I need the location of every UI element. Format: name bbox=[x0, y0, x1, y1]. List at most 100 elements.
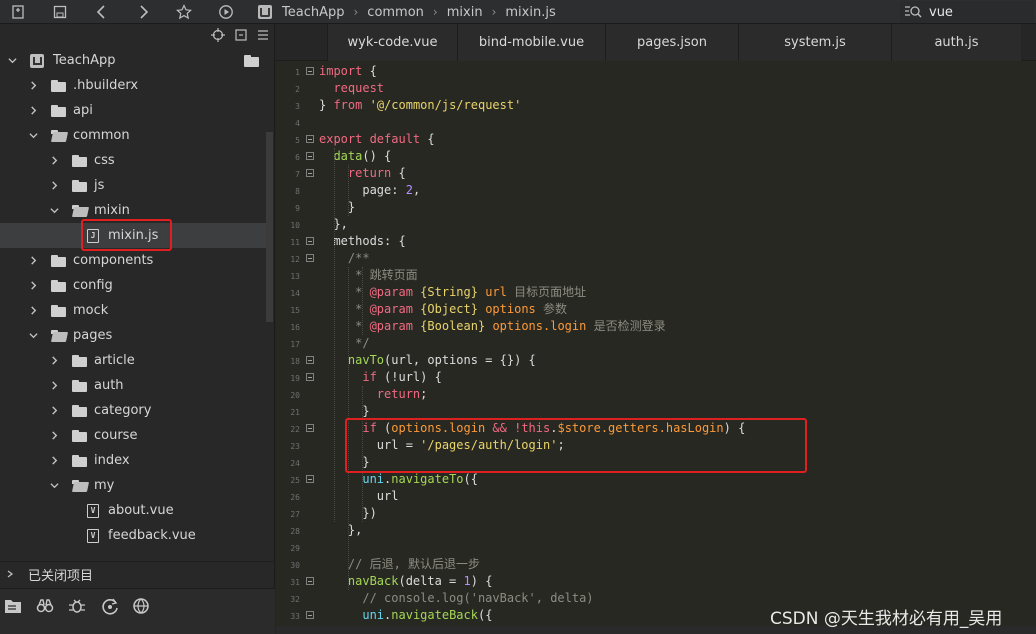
chevron-right-icon[interactable] bbox=[48, 355, 60, 367]
globe-icon[interactable] bbox=[132, 597, 150, 615]
tab-auth-js[interactable]: auth.js bbox=[891, 24, 1021, 61]
closed-projects[interactable]: 已关闭项目 bbox=[0, 561, 275, 586]
code-line: * @param {Object} options 参数 bbox=[319, 301, 567, 318]
editor-tabs: wyk-code.vue bind-mobile.vue pages.json … bbox=[276, 24, 1036, 61]
tree-item-label: common bbox=[73, 128, 130, 143]
chevron-right-icon[interactable] bbox=[27, 305, 39, 317]
breadcrumb-item[interactable]: mixin bbox=[447, 5, 483, 20]
save-icon[interactable] bbox=[48, 0, 72, 24]
tree-file-item[interactable]: Vfeedback.vue bbox=[0, 523, 266, 548]
breadcrumb-item[interactable]: TeachApp bbox=[282, 5, 344, 20]
line-number: 13 bbox=[290, 272, 300, 281]
chevron-right-icon[interactable] bbox=[48, 380, 60, 392]
fold-toggle-icon[interactable] bbox=[306, 356, 314, 364]
code-line: import { bbox=[319, 63, 377, 80]
code-token: 参数 bbox=[535, 302, 568, 316]
back-icon[interactable] bbox=[90, 0, 114, 24]
folder-icon bbox=[72, 404, 87, 417]
tab-pages-json[interactable]: pages.json bbox=[605, 24, 738, 61]
collapse-all-icon[interactable] bbox=[234, 28, 248, 42]
search-input[interactable]: vue bbox=[929, 5, 953, 20]
breadcrumb-item[interactable]: mixin.js bbox=[505, 5, 555, 20]
tab-wyk-code[interactable]: wyk-code.vue bbox=[327, 24, 457, 61]
tree-folder-item[interactable]: mock bbox=[0, 298, 266, 323]
code-token: methods: { bbox=[319, 234, 406, 248]
project-manager-icon[interactable] bbox=[4, 597, 22, 615]
chevron-down-icon[interactable] bbox=[27, 330, 39, 342]
run-icon[interactable] bbox=[214, 0, 238, 24]
tree-file-item[interactable]: Vabout.vue bbox=[0, 498, 266, 523]
chevron-right-icon[interactable] bbox=[48, 405, 60, 417]
tree-folder-item[interactable]: my bbox=[0, 473, 266, 498]
chevron-right-icon[interactable] bbox=[27, 280, 39, 292]
new-file-icon[interactable] bbox=[6, 0, 30, 24]
chevron-down-icon[interactable] bbox=[6, 55, 18, 67]
chevron-down-icon[interactable] bbox=[48, 480, 60, 492]
tree-folder-item[interactable]: index bbox=[0, 448, 266, 473]
forward-icon[interactable] bbox=[131, 0, 155, 24]
chevron-right-icon[interactable] bbox=[48, 155, 60, 167]
tab-bind-mobile[interactable]: bind-mobile.vue bbox=[457, 24, 605, 61]
folder-icon bbox=[51, 279, 66, 292]
line-number: 11 bbox=[290, 238, 300, 247]
fold-toggle-icon[interactable] bbox=[306, 475, 314, 483]
tree-project-item[interactable]: TeachApp bbox=[0, 48, 266, 73]
fold-toggle-icon[interactable] bbox=[306, 373, 314, 381]
tree-folder-item[interactable]: auth bbox=[0, 373, 266, 398]
fold-toggle-icon[interactable] bbox=[306, 169, 314, 177]
tree-folder-item[interactable]: css bbox=[0, 148, 266, 173]
tree-folder-item[interactable]: api bbox=[0, 98, 266, 123]
fold-toggle-icon[interactable] bbox=[306, 135, 314, 143]
code-token: @param bbox=[369, 285, 413, 299]
fold-toggle-icon[interactable] bbox=[306, 254, 314, 262]
tree-item-label: js bbox=[94, 178, 105, 193]
search-box[interactable]: vue bbox=[900, 1, 1034, 23]
fold-toggle-icon[interactable] bbox=[306, 611, 314, 619]
tree-folder-item[interactable]: pages bbox=[0, 323, 266, 348]
line-number: 33 bbox=[290, 612, 300, 621]
tree-folder-item[interactable]: common bbox=[0, 123, 266, 148]
menu-icon[interactable] bbox=[256, 28, 270, 42]
tree-folder-item[interactable]: config bbox=[0, 273, 266, 298]
breadcrumb-item[interactable]: common bbox=[367, 5, 424, 20]
tab-system-js[interactable]: system.js bbox=[738, 24, 891, 61]
git-icon[interactable] bbox=[101, 597, 119, 615]
code-token: ) { bbox=[470, 574, 493, 588]
fold-toggle-icon[interactable] bbox=[306, 237, 314, 245]
tree-folder-item[interactable]: .hbuilderx bbox=[0, 73, 266, 98]
tree-item-label: article bbox=[94, 353, 135, 368]
line-number: 20 bbox=[290, 391, 300, 400]
folder-icon bbox=[72, 154, 87, 167]
locate-icon[interactable] bbox=[211, 28, 225, 42]
project-folder-icon[interactable] bbox=[244, 54, 259, 67]
chevron-down-icon[interactable] bbox=[48, 205, 60, 217]
code-token: uni bbox=[362, 472, 385, 486]
binoculars-icon[interactable] bbox=[36, 597, 54, 615]
chevron-right-icon[interactable] bbox=[27, 255, 39, 267]
chevron-right-icon[interactable] bbox=[27, 80, 39, 92]
chevron-right-icon[interactable] bbox=[48, 455, 60, 467]
tree-folder-item[interactable]: article bbox=[0, 348, 266, 373]
tree-folder-item[interactable]: course bbox=[0, 423, 266, 448]
tree-folder-item[interactable]: category bbox=[0, 398, 266, 423]
code-editor[interactable]: 1 import {2 request 3} from '@/common/js/r… bbox=[276, 61, 1036, 634]
folder-icon bbox=[72, 454, 87, 467]
sidebar-scrollbar[interactable] bbox=[266, 132, 273, 322]
tree-folder-item[interactable]: js bbox=[0, 173, 266, 198]
chevron-right-icon[interactable] bbox=[48, 180, 60, 192]
star-icon[interactable] bbox=[172, 0, 196, 24]
fold-toggle-icon[interactable] bbox=[306, 424, 314, 432]
chevron-right-icon[interactable] bbox=[48, 430, 60, 442]
line-number: 21 bbox=[290, 408, 300, 417]
chevron-down-icon[interactable] bbox=[27, 130, 39, 142]
debug-icon[interactable] bbox=[68, 597, 86, 615]
fold-toggle-icon[interactable] bbox=[306, 152, 314, 160]
fold-toggle-icon[interactable] bbox=[306, 67, 314, 75]
sidebar-footer bbox=[0, 588, 275, 634]
tree-folder-item[interactable]: components bbox=[0, 248, 266, 273]
chevron-right-icon[interactable] bbox=[27, 105, 39, 117]
fold-toggle-icon[interactable] bbox=[306, 577, 314, 585]
code-line: methods: { bbox=[319, 233, 406, 250]
